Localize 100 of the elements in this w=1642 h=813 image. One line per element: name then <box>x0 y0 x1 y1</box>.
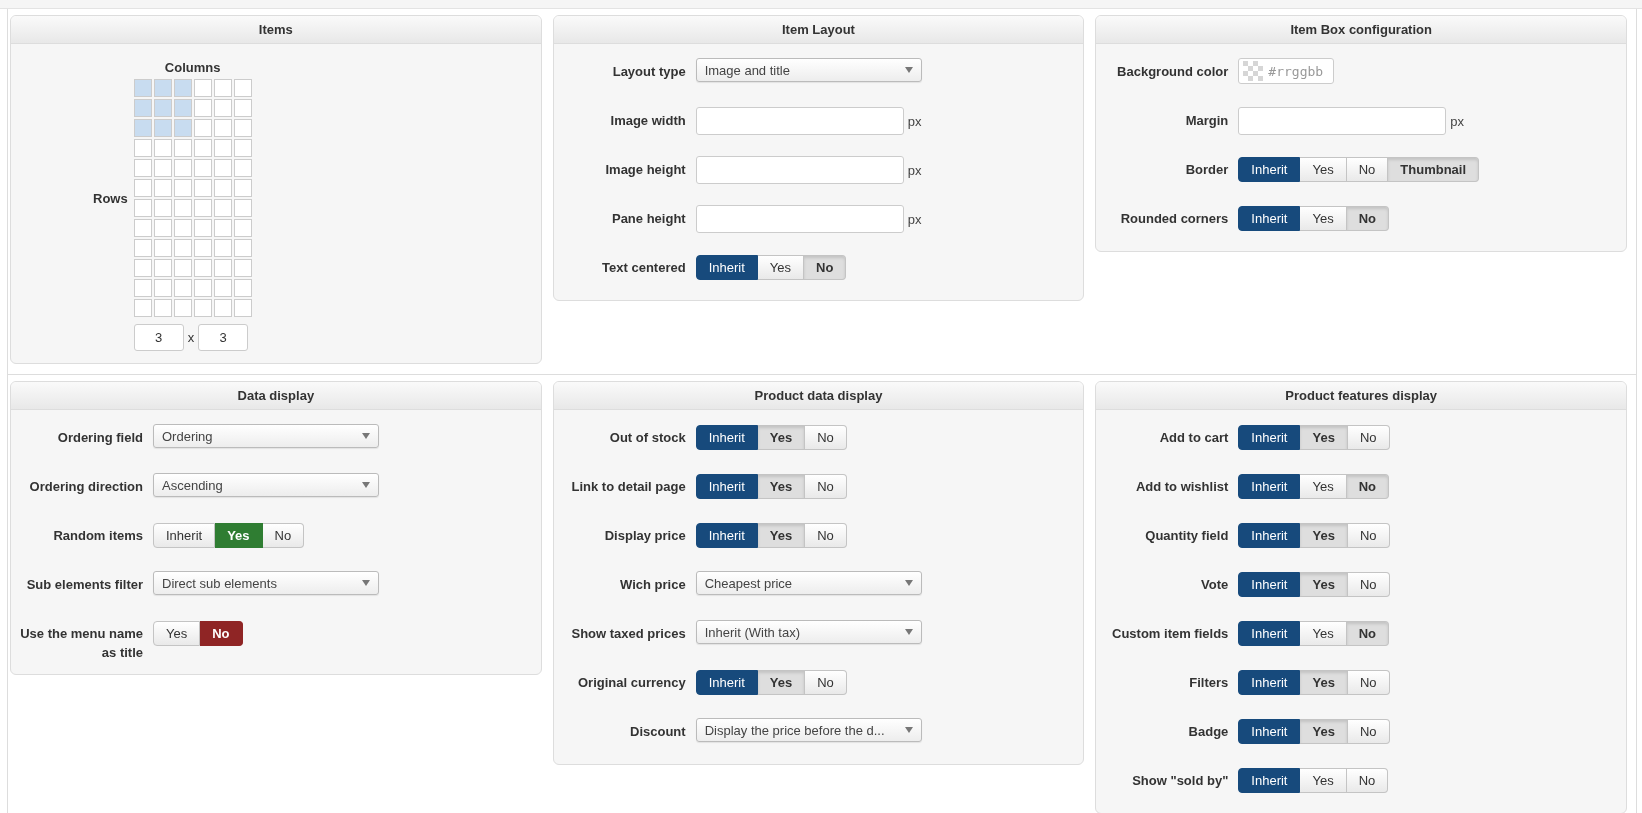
option-button[interactable]: Yes <box>1300 572 1348 597</box>
option-button[interactable]: Inherit <box>695 670 758 695</box>
option-button[interactable]: Inherit <box>695 474 758 499</box>
option-button[interactable]: Yes <box>1300 523 1348 548</box>
grid-cell[interactable] <box>233 239 252 257</box>
grid-cell[interactable] <box>193 79 212 97</box>
grid-cell[interactable] <box>193 99 212 117</box>
grid-cell[interactable] <box>133 119 152 137</box>
input-field[interactable]: 3 <box>198 324 249 351</box>
dropdown[interactable]: Image and title <box>695 58 922 82</box>
grid-cell[interactable] <box>133 139 152 157</box>
grid-cell[interactable] <box>173 299 192 317</box>
option-button[interactable]: Yes <box>757 670 806 695</box>
grid-cell[interactable] <box>193 259 212 277</box>
grid-cell[interactable] <box>213 279 232 297</box>
grid-cell[interactable] <box>173 119 192 137</box>
grid-cell[interactable] <box>133 239 152 257</box>
option-button[interactable]: Inherit <box>153 523 216 548</box>
grid-cell[interactable] <box>193 219 212 237</box>
grid-cell[interactable] <box>213 99 232 117</box>
grid-cell[interactable] <box>133 79 152 97</box>
grid-cell[interactable] <box>233 259 252 277</box>
grid-cell[interactable] <box>213 199 232 217</box>
grid-cell[interactable] <box>153 239 172 257</box>
grid-cell[interactable] <box>233 179 252 197</box>
grid-cell[interactable] <box>193 199 212 217</box>
option-button[interactable]: No <box>1346 206 1390 231</box>
grid-cell[interactable] <box>193 139 212 157</box>
option-button[interactable]: Yes <box>1300 474 1347 499</box>
grid-cell[interactable] <box>233 99 252 117</box>
option-button[interactable]: No <box>200 621 243 646</box>
option-button[interactable]: Yes <box>1300 670 1348 695</box>
grid-cell[interactable] <box>193 279 212 297</box>
option-button[interactable]: No <box>1347 523 1390 548</box>
grid-cell[interactable] <box>153 219 172 237</box>
grid-cell[interactable] <box>213 239 232 257</box>
grid-cell[interactable] <box>173 199 192 217</box>
grid-cell[interactable] <box>173 159 192 177</box>
grid-cell[interactable] <box>153 79 172 97</box>
option-button[interactable]: Inherit <box>1238 719 1301 744</box>
option-button[interactable]: Inherit <box>1238 768 1301 793</box>
grid-cell[interactable] <box>153 179 172 197</box>
grid-cell[interactable] <box>153 159 172 177</box>
grid-cell[interactable] <box>193 159 212 177</box>
option-button[interactable]: No <box>805 474 847 499</box>
grid-cell[interactable] <box>153 139 172 157</box>
dropdown[interactable]: Ordering <box>153 424 379 448</box>
option-button[interactable]: No <box>805 670 847 695</box>
grid-cell[interactable] <box>233 199 252 217</box>
grid-cell[interactable] <box>153 119 172 137</box>
grid-cell[interactable] <box>233 159 252 177</box>
grid-cell[interactable] <box>233 219 252 237</box>
grid-cell[interactable] <box>233 79 252 97</box>
option-button[interactable]: Inherit <box>695 523 758 548</box>
option-button[interactable]: Inherit <box>1238 157 1301 182</box>
option-button[interactable]: Yes <box>1300 206 1347 231</box>
dropdown[interactable]: Display the price before the d... <box>695 718 922 742</box>
option-button[interactable]: No <box>1347 572 1390 597</box>
option-button[interactable]: No <box>804 255 847 280</box>
grid-cell[interactable] <box>133 159 152 177</box>
grid-cell[interactable] <box>173 179 192 197</box>
option-button[interactable]: No <box>1347 425 1390 450</box>
option-button[interactable]: Yes <box>215 523 263 548</box>
grid-cell[interactable] <box>173 139 192 157</box>
option-button[interactable]: No <box>1346 474 1390 499</box>
option-button[interactable]: No <box>805 523 847 548</box>
option-button[interactable]: Inherit <box>1238 425 1301 450</box>
grid-cell[interactable] <box>153 259 172 277</box>
dropdown[interactable]: Direct sub elements <box>153 571 379 595</box>
grid-cell[interactable] <box>213 259 232 277</box>
dropdown[interactable]: Ascending <box>153 473 379 497</box>
grid-cell[interactable] <box>213 119 232 137</box>
option-button[interactable]: Yes <box>757 255 804 280</box>
grid-cell[interactable] <box>213 219 232 237</box>
option-button[interactable]: Inherit <box>1238 621 1301 646</box>
grid-cell[interactable] <box>153 99 172 117</box>
grid-cell[interactable] <box>133 99 152 117</box>
option-button[interactable]: No <box>1346 157 1389 182</box>
option-button[interactable]: Yes <box>757 425 806 450</box>
option-button[interactable]: Inherit <box>695 255 758 280</box>
option-button[interactable]: Yes <box>1300 719 1348 744</box>
option-button[interactable]: No <box>1346 621 1390 646</box>
option-button[interactable]: No <box>262 523 305 548</box>
grid-cell[interactable] <box>153 279 172 297</box>
grid-cell[interactable] <box>133 259 152 277</box>
dropdown[interactable]: Cheapest price <box>695 571 922 595</box>
grid-cell[interactable] <box>233 139 252 157</box>
option-button[interactable]: Yes <box>757 523 806 548</box>
option-button[interactable]: Inherit <box>1238 572 1301 597</box>
option-button[interactable]: Inherit <box>1238 523 1301 548</box>
option-button[interactable]: Inherit <box>1238 670 1301 695</box>
grid-cell[interactable] <box>133 279 152 297</box>
dropdown[interactable]: Inherit (With tax) <box>695 620 922 644</box>
grid-cell[interactable] <box>213 139 232 157</box>
grid-cell[interactable] <box>173 79 192 97</box>
grid-cell[interactable] <box>173 99 192 117</box>
grid-cell[interactable] <box>233 299 252 317</box>
grid-cell[interactable] <box>233 119 252 137</box>
option-button[interactable]: No <box>1346 768 1389 793</box>
grid-cell[interactable] <box>133 179 152 197</box>
